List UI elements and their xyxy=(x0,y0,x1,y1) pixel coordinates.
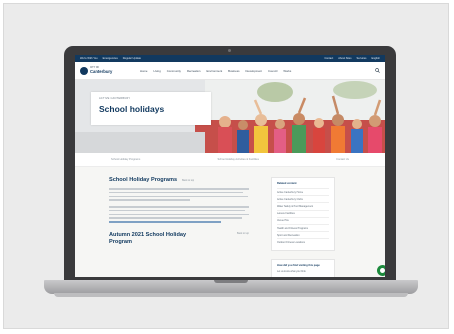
site-logo[interactable]: CITY OF Canterbury xyxy=(80,66,128,75)
screenshot-background: We're With You Emergencies Regular Updat… xyxy=(3,3,449,329)
sidebar-link[interactable]: Sport and Recreation xyxy=(277,231,329,238)
email-link[interactable] xyxy=(109,221,221,223)
nav-item[interactable]: Recreation xyxy=(187,69,201,73)
nav-item[interactable]: Environment xyxy=(206,69,222,73)
laptop-screen: We're With You Emergencies Regular Updat… xyxy=(75,55,385,277)
sidebar: Related content Active Canterbury Home A… xyxy=(271,177,335,277)
laptop-notch xyxy=(214,280,248,283)
topbar-link[interactable]: Emergencies xyxy=(103,57,118,60)
nav-links: Home Living Community Recreation Environ… xyxy=(140,69,291,73)
sidebar-link[interactable]: Active Canterbury Home xyxy=(277,188,329,195)
logo-emblem-icon xyxy=(80,66,88,75)
related-heading: Related content xyxy=(277,182,297,185)
sidebar-link[interactable]: Venue Hire xyxy=(277,216,329,224)
details-paragraph xyxy=(109,205,249,223)
nav-item[interactable]: Living xyxy=(153,69,160,73)
related-content-box: Related content Active Canterbury Home A… xyxy=(271,177,335,251)
nav-item[interactable]: Development xyxy=(246,69,262,73)
back-to-top-link[interactable]: Back to top xyxy=(182,179,194,182)
feedback-heading: How did you find visiting this page xyxy=(277,263,320,267)
camera-icon xyxy=(228,49,231,52)
nav-item[interactable]: Works xyxy=(283,69,291,73)
page-title: School holidays xyxy=(99,104,165,114)
laptop-lid: We're With You Emergencies Regular Updat… xyxy=(64,46,396,280)
sidebar-link[interactable]: Outdoor Fitness Locations xyxy=(277,238,329,245)
chat-button[interactable] xyxy=(377,265,385,276)
main-navigation: CITY OF Canterbury Home Living Community… xyxy=(75,62,385,80)
utility-bar: We're With You Emergencies Regular Updat… xyxy=(75,55,385,62)
topbar-link[interactable]: Services xyxy=(357,57,367,60)
laptop-shadow xyxy=(54,293,408,297)
subnav-link[interactable]: School Holiday Programs xyxy=(111,158,140,161)
topbar-link[interactable]: We're With You xyxy=(80,57,98,60)
laptop-base xyxy=(44,280,418,294)
hero-eyebrow: ACTIVE CANTERBURY xyxy=(99,97,131,100)
topbar-link[interactable]: Contact xyxy=(324,57,333,60)
program-heading: Autumn 2021 School Holiday Program xyxy=(109,231,187,245)
topbar-link[interactable]: About Sites xyxy=(338,57,351,60)
section-subnav: School Holiday Programs School Holiday A… xyxy=(75,153,385,167)
hero-title-card: ACTIVE CANTERBURY School holidays xyxy=(91,92,211,125)
nav-item[interactable]: Community xyxy=(167,69,181,73)
language-selector[interactable]: English xyxy=(371,57,380,60)
section-heading: School Holiday Programs Back to top xyxy=(109,177,249,183)
subnav-link[interactable]: Contact Us xyxy=(336,158,349,161)
feedback-box: How did you find visiting this page Let … xyxy=(271,258,335,277)
chat-icon xyxy=(380,268,385,273)
topbar-link[interactable]: Regular Update xyxy=(123,57,141,60)
feedback-link[interactable]: Let us know what you think xyxy=(277,270,329,273)
back-to-top-link[interactable]: Back to top xyxy=(237,232,249,246)
hero-banner: ACTIVE CANTERBURY School holidays xyxy=(75,80,385,153)
nav-item[interactable]: Home xyxy=(140,69,147,73)
nav-item[interactable]: Business xyxy=(228,69,239,73)
sidebar-link[interactable]: Water Safety & Pool Management xyxy=(277,202,329,209)
sidebar-link[interactable]: Leisure Facilities xyxy=(277,209,329,217)
search-icon[interactable] xyxy=(375,68,380,73)
logo-name: Canterbury xyxy=(90,68,113,74)
page-content: School Holiday Programs Back to top Autu… xyxy=(75,167,385,277)
nav-item[interactable]: Council xyxy=(268,69,277,73)
intro-paragraph xyxy=(109,188,249,201)
sidebar-link[interactable]: Health and Fitness Programs xyxy=(277,223,329,231)
main-column: School Holiday Programs Back to top Autu… xyxy=(109,177,249,277)
sidebar-link[interactable]: Active Canterbury Clubs xyxy=(277,195,329,202)
section-heading-text: School Holiday Programs xyxy=(109,177,178,183)
subnav-link[interactable]: School Holiday Activities & Facilities xyxy=(218,158,259,161)
